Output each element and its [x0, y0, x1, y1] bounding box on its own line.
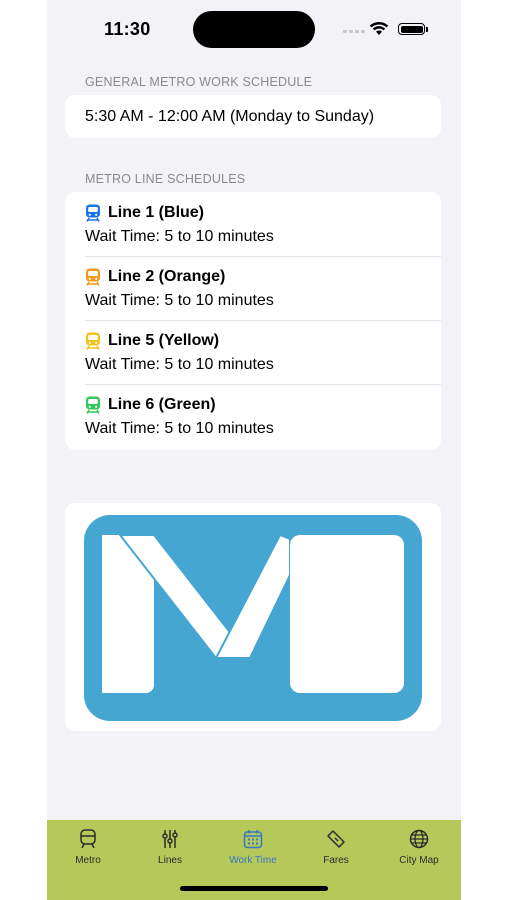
metro-logo-card — [65, 503, 441, 731]
line-wait-time: Wait Time: 5 to 10 minutes — [85, 420, 274, 437]
tab-fares[interactable]: Fares — [295, 829, 377, 866]
tab-lines[interactable]: Lines — [129, 829, 211, 866]
general-schedule-header: GENERAL METRO WORK SCHEDULE — [85, 75, 313, 89]
phone-screen: 11:30 GENERAL METRO WORK SCHEDULE 5:30 A… — [47, 0, 461, 900]
tab-label: Fares — [323, 855, 349, 866]
tab-label: City Map — [399, 855, 439, 866]
line-row-2[interactable]: Line 2 (Orange) Wait Time: 5 to 10 minut… — [65, 256, 441, 320]
status-time: 11:30 — [104, 19, 151, 39]
tab-label: Metro — [75, 855, 101, 866]
line-name: Line 5 (Yellow) — [108, 332, 220, 349]
line-name: Line 2 (Orange) — [108, 268, 226, 285]
battery-icon — [398, 23, 425, 35]
line-wait-time: Wait Time: 5 to 10 minutes — [85, 292, 274, 309]
line-schedules-header: METRO LINE SCHEDULES — [85, 172, 246, 186]
line-row-1[interactable]: Line 1 (Blue) Wait Time: 5 to 10 minutes — [65, 192, 441, 256]
line-name: Line 6 (Green) — [108, 396, 216, 413]
metro-logo-icon — [84, 515, 422, 721]
dynamic-island — [193, 11, 315, 48]
train-icon — [86, 332, 100, 350]
train-icon — [86, 204, 100, 222]
wifi-icon — [369, 21, 389, 35]
tab-label: Work Time — [229, 855, 277, 866]
tab-work-time[interactable]: Work Time — [212, 829, 294, 866]
globe-icon — [409, 829, 429, 849]
ticket-icon — [327, 830, 345, 848]
home-indicator — [180, 886, 328, 891]
general-schedule-text: 5:30 AM - 12:00 AM (Monday to Sunday) — [85, 108, 375, 125]
tab-city-map[interactable]: City Map — [378, 829, 460, 866]
calendar-icon — [243, 830, 263, 849]
tab-metro[interactable]: Metro — [47, 829, 129, 866]
tab-label: Lines — [158, 855, 182, 866]
line-row-5[interactable]: Line 5 (Yellow) Wait Time: 5 to 10 minut… — [65, 320, 441, 384]
line-name: Line 1 (Blue) — [108, 204, 205, 221]
line-schedules-card: Line 1 (Blue) Wait Time: 5 to 10 minutes… — [65, 192, 441, 450]
train-icon — [86, 268, 100, 286]
train-outline-icon — [80, 829, 96, 849]
cellular-signal-icon — [343, 30, 365, 33]
line-wait-time: Wait Time: 5 to 10 minutes — [85, 228, 274, 245]
line-wait-time: Wait Time: 5 to 10 minutes — [85, 356, 274, 373]
lines-icon — [162, 830, 178, 848]
status-icons — [343, 20, 429, 38]
train-icon — [86, 396, 100, 414]
line-row-6[interactable]: Line 6 (Green) Wait Time: 5 to 10 minute… — [65, 384, 441, 448]
general-schedule-card: 5:30 AM - 12:00 AM (Monday to Sunday) — [65, 95, 441, 138]
